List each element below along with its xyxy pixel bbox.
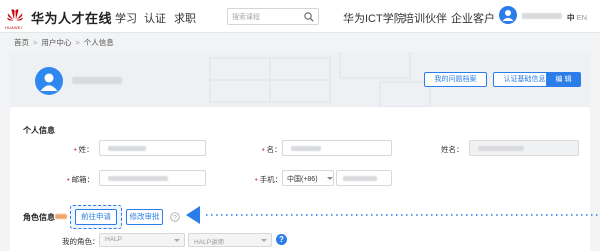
nav-certification[interactable]: 认证 xyxy=(144,10,166,26)
user-icon xyxy=(502,10,514,21)
nav-ict-academy[interactable]: 华为ICT学院 xyxy=(343,10,405,26)
country-code-select[interactable]: 中国(+86) xyxy=(282,170,334,186)
role-select-primary-value: HALP xyxy=(105,236,122,243)
search-box[interactable]: 搜索课程 xyxy=(227,8,319,25)
breadcrumb-current: 个人信息 xyxy=(83,38,114,47)
role-select-primary[interactable]: HALP xyxy=(99,233,185,247)
edit-button[interactable]: 编 辑 xyxy=(546,72,581,87)
required-marker: • xyxy=(67,175,70,184)
profile-name-redacted xyxy=(72,77,122,84)
breadcrumb-separator: > xyxy=(75,38,80,47)
pointer-arrow-icon xyxy=(186,206,598,224)
breadcrumb: 首页 > 用户中心 > 个人信息 xyxy=(14,37,114,48)
surname-field[interactable] xyxy=(99,140,206,156)
my-question-archive-button[interactable]: 我的问题档案 xyxy=(424,72,487,87)
nav-enterprise-customers[interactable]: 企业客户 xyxy=(451,10,495,26)
go-apply-button[interactable]: 前往申请 xyxy=(75,209,117,225)
search-icon[interactable] xyxy=(303,11,315,23)
breadcrumb-home[interactable]: 首页 xyxy=(14,38,29,47)
fullname-field xyxy=(469,140,579,156)
fullname-value-redacted xyxy=(478,146,524,151)
email-label-text: 邮箱： xyxy=(71,175,95,184)
chevron-down-icon xyxy=(261,239,267,242)
surname-label-text: 姓： xyxy=(78,145,94,154)
modify-approval-button[interactable]: 修改审批 xyxy=(126,209,163,225)
given-name-label: • 名： xyxy=(262,144,282,155)
breadcrumb-separator: > xyxy=(33,38,38,47)
mobile-value-redacted xyxy=(343,176,377,181)
nav-training-partners[interactable]: 培训伙伴 xyxy=(403,10,447,26)
required-marker: • xyxy=(255,175,258,184)
required-marker: • xyxy=(74,145,77,154)
svg-text:?: ? xyxy=(173,214,177,221)
email-label: • 邮箱： xyxy=(67,174,94,185)
profile-avatar[interactable] xyxy=(35,67,63,95)
question-icon[interactable]: ? xyxy=(276,234,287,245)
surname-value-redacted xyxy=(108,146,146,151)
brand-title[interactable]: 华为人才在线 xyxy=(31,8,112,27)
top-navigation-bar: HUAWEI 华为人才在线 学习 认证 求职 搜索课程 华为ICT学院 培训伙伴… xyxy=(0,0,600,33)
user-icon xyxy=(40,73,58,91)
role-select-secondary-value: HALP讲师 xyxy=(194,239,224,246)
mobile-field[interactable] xyxy=(336,170,392,186)
mobile-label-text: 手机： xyxy=(259,175,283,184)
given-name-label-text: 名： xyxy=(266,145,282,154)
role-tag-redacted xyxy=(55,214,67,219)
fullname-label: 姓名： xyxy=(441,145,464,154)
lang-zh[interactable]: 中 xyxy=(567,13,575,22)
required-marker: • xyxy=(262,145,265,154)
nav-learn[interactable]: 学习 xyxy=(115,10,137,26)
email-value-redacted xyxy=(108,176,168,181)
given-name-field[interactable] xyxy=(282,140,392,156)
lang-en[interactable]: EN xyxy=(577,13,587,22)
email-field[interactable] xyxy=(99,170,206,186)
role-select-secondary[interactable]: HALP讲师 xyxy=(188,233,272,247)
my-role-label: 我的角色： xyxy=(62,237,100,246)
role-info-title: 角色信息 xyxy=(23,213,55,222)
nav-jobs[interactable]: 求职 xyxy=(174,10,196,26)
language-switch[interactable]: 中 EN xyxy=(567,12,587,23)
mobile-label: • 手机： xyxy=(255,174,282,185)
user-avatar[interactable] xyxy=(499,6,517,24)
chevron-down-icon xyxy=(174,239,180,242)
chevron-down-icon xyxy=(327,177,333,180)
logo-caption: HUAWEI xyxy=(5,25,23,30)
country-code-value: 中国(+86) xyxy=(287,176,318,183)
username-redacted[interactable] xyxy=(522,13,562,19)
breadcrumb-user-center[interactable]: 用户中心 xyxy=(41,38,71,47)
breadcrumb-bar: 首页 > 用户中心 > 个人信息 xyxy=(0,34,600,52)
personal-info-title: 个人信息 xyxy=(23,126,55,135)
huawei-logo-icon[interactable] xyxy=(6,7,24,25)
given-name-value-redacted xyxy=(291,146,321,151)
profile-banner: 我的问题档案 认证基础信息 编 辑 xyxy=(10,52,590,107)
help-icon[interactable]: ? xyxy=(170,212,180,222)
search-input-placeholder[interactable]: 搜索课程 xyxy=(232,12,260,22)
surname-label: • 姓： xyxy=(74,144,94,155)
